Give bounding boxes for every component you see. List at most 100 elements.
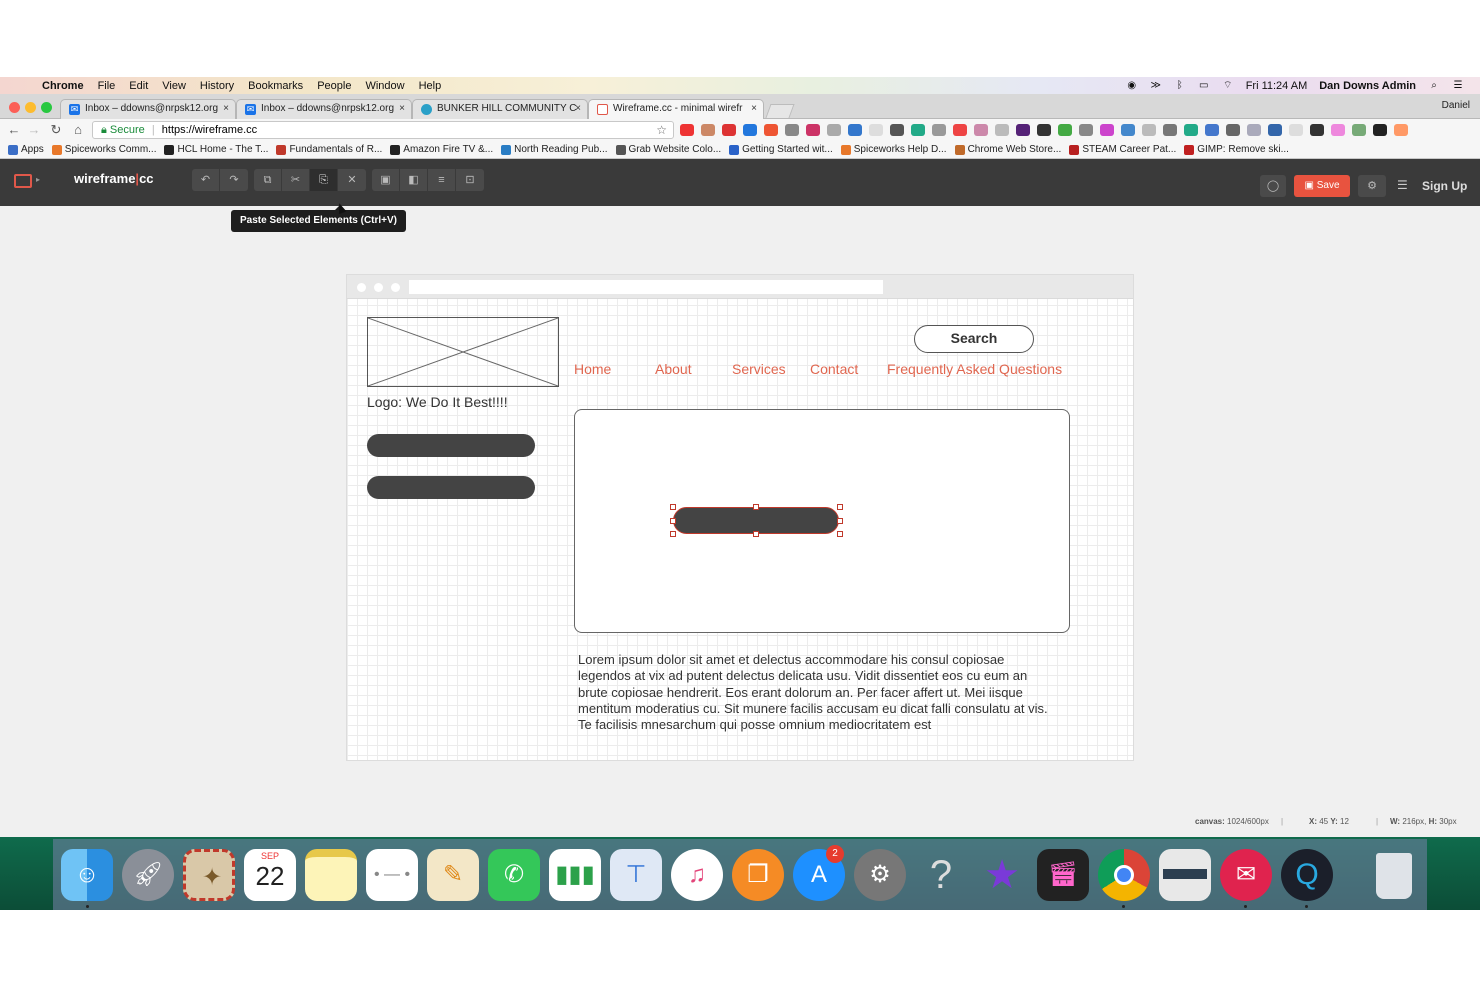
bookmark-item[interactable]: Fundamentals of R... (276, 144, 382, 155)
extension-icon[interactable] (764, 124, 778, 136)
extension-icon[interactable] (974, 124, 988, 136)
extension-icon[interactable] (890, 124, 904, 136)
caret-right-icon[interactable]: ▸ (36, 175, 40, 184)
hamburger-menu-icon[interactable]: ☰ (1397, 178, 1408, 192)
reminders-icon[interactable]: • — • — • — (366, 849, 418, 901)
nav-link-services[interactable]: Services (732, 361, 786, 377)
lock-icon[interactable]: ▣ (372, 169, 400, 191)
spotlight-icon[interactable]: ⌕ (1428, 80, 1440, 91)
extension-icon[interactable] (1331, 124, 1345, 136)
imovie-icon[interactable]: ★ (976, 849, 1028, 901)
sign-up-link[interactable]: Sign Up (1422, 179, 1467, 193)
messenger-icon[interactable]: ✉ (1220, 849, 1272, 901)
nav-link-faq[interactable]: Frequently Asked Questions (887, 361, 1062, 377)
bookmark-item[interactable]: North Reading Pub... (501, 144, 608, 155)
system-preferences-icon[interactable]: ⚙ (854, 849, 906, 901)
resize-handle[interactable] (670, 504, 676, 510)
extension-icon[interactable] (743, 124, 757, 136)
back-icon[interactable]: ← (6, 122, 22, 138)
nav-link-about[interactable]: About (655, 361, 692, 377)
apple-icon[interactable] (16, 80, 28, 92)
extension-icon[interactable] (1184, 124, 1198, 136)
group-icon[interactable]: ⊡ (456, 169, 484, 191)
delete-icon[interactable]: ✕ (338, 169, 366, 191)
bookmark-apps[interactable]: Apps (8, 144, 44, 155)
menu-window[interactable]: Window (365, 80, 404, 92)
screencast-icon[interactable] (1159, 849, 1211, 901)
menu-user[interactable]: Dan Downs Admin (1319, 80, 1416, 92)
extension-icon[interactable] (1226, 124, 1240, 136)
extension-icon[interactable] (1037, 124, 1051, 136)
comment-icon[interactable]: ◯ (1260, 175, 1286, 197)
extension-icon[interactable] (1079, 124, 1093, 136)
profile-name[interactable]: Daniel (1442, 100, 1470, 111)
menu-history[interactable]: History (200, 80, 234, 92)
bookmark-item[interactable]: GIMP: Remove ski... (1184, 144, 1289, 155)
extension-icon[interactable] (869, 124, 883, 136)
bookmark-item[interactable]: STEAM Career Pat... (1069, 144, 1176, 155)
app-menu-icon[interactable] (14, 174, 32, 188)
resize-handle[interactable] (753, 531, 759, 537)
address-input[interactable]: 🔒︎ Secure | https://wireframe.cc ☆ (92, 121, 674, 139)
wireframe-canvas[interactable]: Logo: We Do It Best!!!! Search Home Abou… (346, 274, 1134, 761)
resize-handle[interactable] (753, 504, 759, 510)
ibooks-icon[interactable]: ❐ (732, 849, 784, 901)
minimize-window-icon[interactable] (25, 102, 36, 113)
resize-handle[interactable] (670, 531, 676, 537)
close-tab-icon[interactable]: × (223, 103, 229, 114)
zoom-window-icon[interactable] (41, 102, 52, 113)
menu-help[interactable]: Help (419, 80, 442, 92)
extension-icon[interactable] (932, 124, 946, 136)
extension-icon[interactable] (1289, 124, 1303, 136)
extension-icon[interactable] (1163, 124, 1177, 136)
notes-icon[interactable] (305, 849, 357, 901)
extension-icon[interactable] (1205, 124, 1219, 136)
close-tab-icon[interactable]: × (399, 103, 405, 114)
extension-icon[interactable] (1058, 124, 1072, 136)
extension-icon[interactable] (1121, 124, 1135, 136)
pages-icon[interactable]: ✎ (427, 849, 479, 901)
cut-icon[interactable]: ✂ (282, 169, 310, 191)
menu-people[interactable]: People (317, 80, 351, 92)
extension-icon[interactable] (911, 124, 925, 136)
quicktime-icon[interactable]: Q (1281, 849, 1333, 901)
close-tab-icon[interactable]: × (575, 103, 581, 114)
menu-edit[interactable]: Edit (129, 80, 148, 92)
tab-wireframe[interactable]: Wireframe.cc - minimal wirefr × (588, 99, 764, 120)
menu-file[interactable]: File (98, 80, 116, 92)
undo-icon[interactable]: ↶ (192, 169, 220, 191)
tab-inbox-1[interactable]: ✉ Inbox – ddowns@nrpsk12.org × (60, 99, 236, 119)
resize-handle[interactable] (837, 504, 843, 510)
extension-icon[interactable] (827, 124, 841, 136)
selected-button-element[interactable] (673, 507, 839, 534)
reload-icon[interactable]: ↻ (48, 122, 64, 138)
cloud-sync-icon[interactable]: ≫ (1150, 80, 1162, 91)
extension-icon[interactable] (953, 124, 967, 136)
itunes-icon[interactable]: ♫ (671, 849, 723, 901)
nav-link-contact[interactable]: Contact (810, 361, 858, 377)
sidebar-button-2[interactable] (367, 476, 535, 499)
airplay-icon[interactable]: ▭ (1198, 80, 1210, 91)
extension-icon[interactable] (848, 124, 862, 136)
menu-view[interactable]: View (162, 80, 186, 92)
tab-inbox-2[interactable]: ✉ Inbox – ddowns@nrpsk12.org × (236, 99, 412, 119)
extension-icon[interactable] (1142, 124, 1156, 136)
nav-link-home[interactable]: Home (574, 361, 611, 377)
tab-bunker-hill[interactable]: BUNKER HILL COMMUNITY C × (412, 99, 588, 119)
bookmark-item[interactable]: Spiceworks Comm... (51, 144, 156, 155)
extension-icon[interactable] (1373, 124, 1387, 136)
extension-icon[interactable] (1394, 124, 1408, 136)
extension-icon[interactable] (1352, 124, 1366, 136)
extension-icon[interactable] (1247, 124, 1261, 136)
bookmark-item[interactable]: Grab Website Colo... (615, 144, 721, 155)
mail-app-icon[interactable]: ✦ (183, 849, 235, 901)
help-icon[interactable]: ? (915, 849, 967, 901)
save-button[interactable]: ▣ Save (1294, 175, 1350, 197)
facetime-icon[interactable]: ✆ (488, 849, 540, 901)
forward-icon[interactable]: → (26, 122, 42, 138)
final-cut-icon[interactable]: 🎬︎ (1037, 849, 1089, 901)
bookmark-item[interactable]: Amazon Fire TV &... (390, 144, 493, 155)
paste-icon[interactable]: ⎘ (310, 169, 338, 191)
close-window-icon[interactable] (9, 102, 20, 113)
content-box[interactable] (574, 409, 1070, 633)
